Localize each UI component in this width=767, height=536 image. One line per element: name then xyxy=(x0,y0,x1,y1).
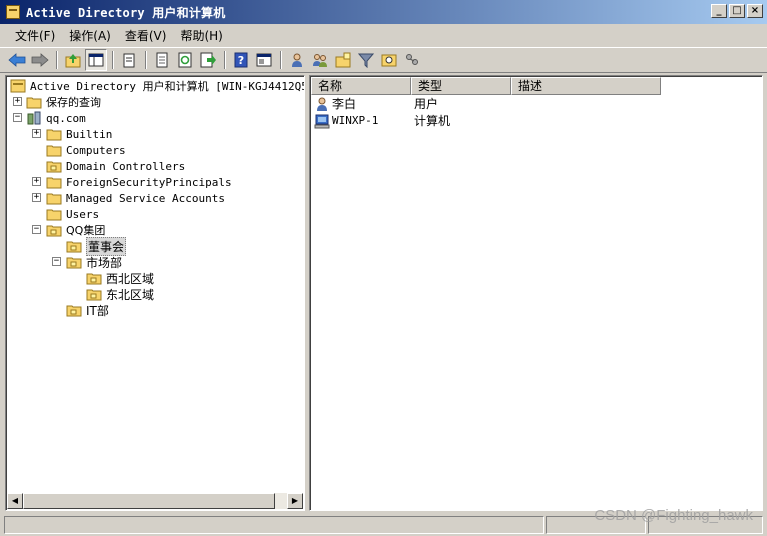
expander-saved-queries[interactable]: + xyxy=(13,97,22,106)
tree-item-root[interactable]: Active Directory 用户和计算机 [WIN-KGJ4412Q5V.… xyxy=(10,78,304,94)
console-tree-icon xyxy=(88,53,104,67)
computer-icon xyxy=(314,114,330,128)
ou-icon xyxy=(66,305,82,317)
watermark: CSDN @Fighting_hawk xyxy=(594,507,753,524)
tree-item-managed-service-accounts[interactable]: Managed Service Accounts xyxy=(46,190,225,206)
filter-icon xyxy=(358,53,374,68)
tree-item-domain-controllers[interactable]: Domain Controllers xyxy=(46,158,185,174)
list-column-headers: 名称 类型 描述 xyxy=(311,77,661,95)
console-tree-pane[interactable]: Active Directory 用户和计算机 [WIN-KGJ4412Q5V.… xyxy=(5,75,305,511)
menu-action[interactable]: 操作(A) xyxy=(62,25,118,46)
menu-view[interactable]: 查看(V) xyxy=(118,25,174,46)
find-button[interactable] xyxy=(378,49,400,71)
help-button[interactable]: ? xyxy=(230,49,252,71)
export-list-button[interactable] xyxy=(197,49,219,71)
properties-button[interactable] xyxy=(151,49,173,71)
expander-domain[interactable]: − xyxy=(13,113,22,122)
tree-item-it[interactable]: IT部 xyxy=(66,302,109,318)
expander-market[interactable]: − xyxy=(52,257,61,266)
tree-item-computers[interactable]: Computers xyxy=(46,142,126,158)
show-console-tree-button[interactable] xyxy=(85,49,107,71)
menu-bar: 文件(F) 操作(A) 查看(V) 帮助(H) xyxy=(0,24,767,46)
column-description[interactable]: 描述 xyxy=(511,77,661,95)
folder-icon xyxy=(26,97,42,109)
console-icon xyxy=(256,53,272,67)
copy-button[interactable] xyxy=(118,49,140,71)
folder-icon xyxy=(46,193,62,205)
tree-item-northwest[interactable]: 西北区域 xyxy=(86,270,154,286)
export-icon xyxy=(200,52,216,68)
menu-help[interactable]: 帮助(H) xyxy=(173,25,229,46)
list-item[interactable]: 李白 用户 xyxy=(314,95,514,112)
back-icon xyxy=(8,53,26,67)
window-title: Active Directory 用户和计算机 xyxy=(26,5,226,20)
help-icon: ? xyxy=(234,52,248,68)
new-ou-icon xyxy=(335,52,351,68)
tree-item-market[interactable]: 市场部 xyxy=(66,254,122,270)
ou-icon xyxy=(46,161,62,173)
new-ou-button[interactable] xyxy=(332,49,354,71)
status-segment-main xyxy=(4,516,544,534)
up-folder-icon xyxy=(65,54,81,68)
ou-icon xyxy=(86,273,102,285)
properties-icon xyxy=(156,52,168,68)
tree-item-foreign-security-principals[interactable]: ForeignSecurityPrincipals xyxy=(46,174,232,190)
app-icon xyxy=(6,5,20,19)
ou-icon xyxy=(66,241,82,253)
minimize-button[interactable]: _ xyxy=(711,4,727,18)
menu-file[interactable]: 文件(F) xyxy=(8,25,62,46)
scroll-right-button[interactable]: ▶ xyxy=(287,493,303,509)
folder-icon xyxy=(46,177,62,189)
folder-icon xyxy=(46,129,62,141)
tree-item-northeast[interactable]: 东北区域 xyxy=(86,286,154,302)
ad-root-icon xyxy=(10,79,26,93)
delegate-button[interactable] xyxy=(401,49,423,71)
new-group-icon xyxy=(313,54,327,67)
copy-icon xyxy=(123,53,135,68)
refresh-button[interactable] xyxy=(174,49,196,71)
up-level-button[interactable] xyxy=(62,49,84,71)
refresh-icon xyxy=(178,52,192,68)
svg-text:?: ? xyxy=(238,54,244,67)
back-button[interactable] xyxy=(6,49,28,71)
expander-managed[interactable]: + xyxy=(32,193,41,202)
tree-item-board[interactable]: 董事会 xyxy=(66,236,127,256)
forward-icon xyxy=(31,53,49,67)
new-group-button[interactable] xyxy=(309,49,331,71)
scroll-track[interactable] xyxy=(23,493,287,509)
list-item[interactable]: WINXP-1 计算机 xyxy=(314,112,514,129)
tree-item-builtin[interactable]: Builtin xyxy=(46,126,112,142)
tree-item-saved-queries[interactable]: 保存的查询 xyxy=(26,94,101,110)
title-bar: Active Directory 用户和计算机 _ □ × xyxy=(0,0,767,24)
domain-icon xyxy=(27,111,41,125)
maximize-button[interactable]: □ xyxy=(729,4,745,18)
expander-foreign[interactable]: + xyxy=(32,177,41,186)
show-hide-action-pane-button[interactable] xyxy=(253,49,275,71)
new-user-button[interactable] xyxy=(286,49,308,71)
scroll-thumb[interactable] xyxy=(23,493,275,509)
close-button[interactable]: × xyxy=(747,4,763,18)
ou-icon xyxy=(46,225,62,237)
column-name[interactable]: 名称 xyxy=(311,77,411,95)
tree-item-users[interactable]: Users xyxy=(46,206,99,222)
toolbar: ? xyxy=(0,47,767,73)
filter-button[interactable] xyxy=(355,49,377,71)
ou-icon xyxy=(66,257,82,269)
tree-item-domain[interactable]: qq.com xyxy=(26,110,86,126)
forward-button[interactable] xyxy=(29,49,51,71)
find-icon xyxy=(381,54,397,67)
new-user-icon xyxy=(292,53,302,67)
expander-builtin[interactable]: + xyxy=(32,129,41,138)
delegate-icon xyxy=(406,54,418,65)
scroll-left-button[interactable]: ◀ xyxy=(7,493,23,509)
folder-icon xyxy=(46,145,62,157)
details-pane[interactable]: 名称 类型 描述 李白 用户 WINXP-1 计算机 xyxy=(309,75,763,511)
folder-icon xyxy=(46,209,62,221)
column-type[interactable]: 类型 xyxy=(411,77,511,95)
expander-qq-group[interactable]: − xyxy=(32,225,41,234)
user-icon xyxy=(317,97,327,111)
ou-icon xyxy=(86,289,102,301)
tree-horizontal-scrollbar[interactable]: ◀ ▶ xyxy=(7,493,303,509)
